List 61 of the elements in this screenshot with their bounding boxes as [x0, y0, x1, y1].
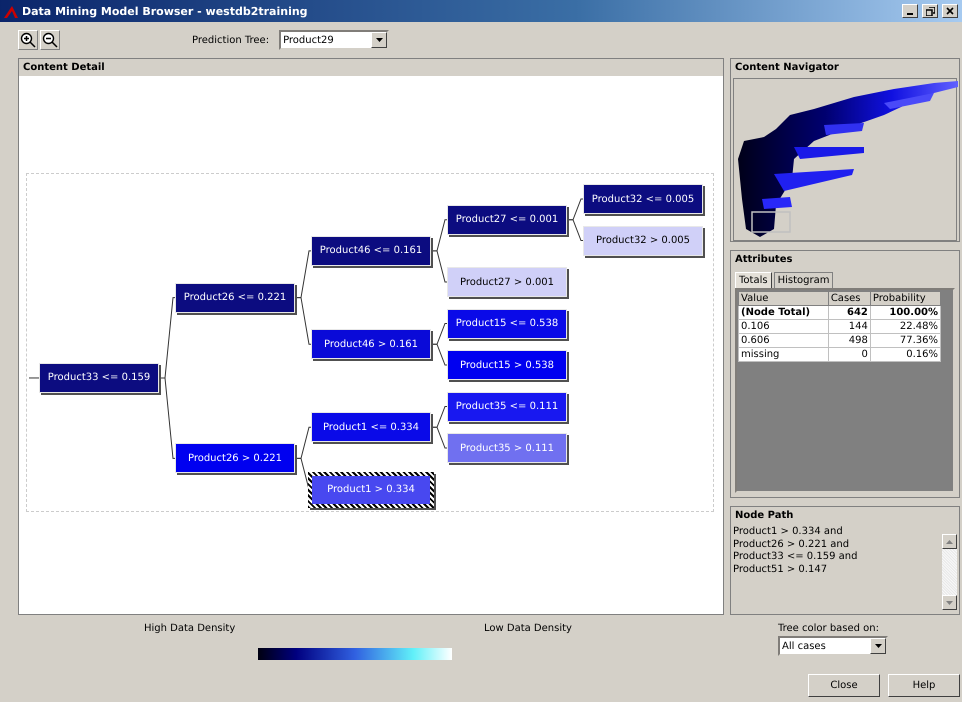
tree-node[interactable]: Product1 <= 0.334: [311, 412, 431, 442]
tree-node[interactable]: Product46 <= 0.161: [311, 236, 431, 266]
window-title: Data Mining Model Browser - westdb2training: [22, 4, 309, 18]
tree-node[interactable]: Product26 <= 0.221: [175, 282, 295, 313]
table-cell: 77.36%: [870, 334, 940, 348]
column-header[interactable]: Probability: [870, 292, 940, 306]
tree-node[interactable]: Product33 <= 0.159: [39, 362, 159, 393]
tree-node[interactable]: Product26 > 0.221: [175, 443, 295, 474]
prediction-tree-dropdown[interactable]: Product29: [279, 30, 390, 50]
tree-node[interactable]: Product35 <= 0.111: [447, 392, 567, 422]
table-cell: 100.00%: [870, 306, 940, 320]
dialog-button[interactable]: Close: [808, 674, 880, 697]
tree-node[interactable]: Product27 > 0.001: [447, 267, 567, 297]
dropdown-arrow-icon: [874, 644, 882, 648]
dropdown-arrow-icon: [376, 38, 383, 42]
table-cell: (Node Total): [738, 306, 828, 320]
connector-line: [430, 426, 448, 448]
minimize-button[interactable]: [902, 4, 918, 18]
tree-node[interactable]: Product15 <= 0.538: [447, 308, 567, 338]
legend-label: High Data Density: [143, 623, 236, 636]
connector-line: [294, 297, 312, 345]
tree-node[interactable]: Product1 > 0.334: [308, 472, 434, 508]
table-cell: 144: [828, 320, 870, 334]
tab[interactable]: Histogram: [774, 272, 834, 288]
dialog-button[interactable]: Help: [888, 674, 960, 697]
node-path-text: Product1 > 0.334 and Product26 > 0.221 and Product33 <= 0.159 and Product51 > 0.147: [733, 526, 858, 576]
close-button[interactable]: [942, 4, 958, 18]
zoom-out-button[interactable]: [40, 30, 60, 50]
prediction-tree-label: Prediction Tree:: [192, 34, 270, 46]
tree-node[interactable]: Product32 > 0.005: [583, 226, 703, 256]
tree-node[interactable]: Product46 > 0.161: [311, 329, 431, 360]
table-cell: 0.606: [738, 334, 828, 348]
legend-label: Low Data Density: [483, 623, 573, 636]
close-icon: [946, 7, 954, 15]
scroll-up-icon[interactable]: [946, 540, 953, 544]
table-cell: missing: [738, 348, 828, 362]
scroll-down-icon[interactable]: [946, 600, 953, 604]
table-cell: 0: [828, 348, 870, 362]
tree-node[interactable]: Product15 > 0.538: [447, 350, 567, 380]
column-header[interactable]: Value: [738, 292, 828, 306]
restore-icon: [926, 6, 934, 16]
column-header[interactable]: Cases: [828, 292, 870, 306]
connector-line: [430, 344, 448, 366]
table-cell: 642: [828, 306, 870, 320]
tab[interactable]: Totals: [735, 272, 772, 288]
tree-node[interactable]: Product35 > 0.111: [447, 433, 567, 463]
table-cell: 498: [828, 334, 870, 348]
tree-node[interactable]: Product27 <= 0.001: [447, 204, 567, 235]
table-cell: 0.16%: [870, 348, 940, 362]
connector-line: [28, 377, 40, 378]
table-cell: 0.106: [738, 320, 828, 334]
connector-line: [430, 250, 448, 282]
table-cell: 22.48%: [870, 320, 940, 334]
app-icon: [4, 4, 18, 18]
scrollbar[interactable]: [942, 534, 957, 610]
tree-node[interactable]: Product32 <= 0.005: [583, 184, 703, 214]
connector-line: [566, 219, 584, 241]
tree-color-dropdown[interactable]: All cases: [778, 636, 888, 656]
zoom-in-button[interactable]: [18, 30, 38, 50]
tree-color-label: Tree color based on:: [778, 623, 880, 634]
restore-button[interactable]: [922, 4, 938, 18]
